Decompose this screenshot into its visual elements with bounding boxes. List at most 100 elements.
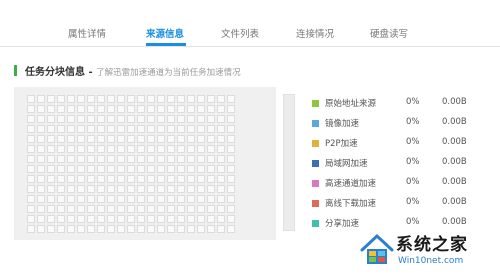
block-cell [97,135,105,143]
block-cell [127,215,135,223]
block-cell [177,215,185,223]
block-cell [157,145,165,153]
block-cell [37,175,45,183]
block-cell [97,225,105,233]
block-cell [47,195,55,203]
block-cell [227,135,235,143]
block-cell [167,165,175,173]
block-map-scroll-strip[interactable] [283,94,295,231]
legend-size: 0.00B [442,157,467,167]
block-cell [117,95,125,103]
block-cell [137,145,145,153]
block-cell [47,145,55,153]
tab-disk-io[interactable]: 硬盘读写 [370,26,408,40]
block-cell [197,185,205,193]
block-cell [197,135,205,143]
block-cell [97,205,105,213]
block-cell [57,225,65,233]
legend-label: 离线下载加速 [325,199,377,209]
block-cell [207,195,215,203]
block-cell [97,175,105,183]
block-cell [47,155,55,163]
block-cell [37,155,45,163]
block-cell [197,155,205,163]
block-cell [177,125,185,133]
block-cell [67,115,75,123]
block-cell [227,175,235,183]
block-cell [187,185,195,193]
block-cell [127,105,135,113]
block-cell [157,185,165,193]
block-cell [77,215,85,223]
block-cell [47,115,55,123]
block-cell [167,205,175,213]
block-cell [207,165,215,173]
block-cell [77,155,85,163]
block-cell [107,115,115,123]
block-cell [87,105,95,113]
block-cell [157,95,165,103]
block-cell [157,175,165,183]
block-cell [207,145,215,153]
legend-swatch [312,120,319,127]
block-grid [27,95,235,233]
block-cell [167,175,175,183]
block-cell [217,155,225,163]
block-cell [157,225,165,233]
block-cell [27,95,35,103]
block-cell [107,185,115,193]
legend-label: 镜像加速 [325,119,360,129]
block-cell [117,205,125,213]
block-cell [47,135,55,143]
block-cell [117,115,125,123]
block-cell [67,155,75,163]
block-cell [217,185,225,193]
block-cell [187,175,195,183]
block-cell [177,135,185,143]
active-tab-indicator [146,43,186,46]
block-cell [97,145,105,153]
block-cell [107,195,115,203]
block-cell [217,195,225,203]
block-cell [127,195,135,203]
block-cell [57,105,65,113]
legend-label: 分享加速 [325,219,360,229]
tab-file-list[interactable]: 文件列表 [221,26,259,40]
legend-row-origin: 原始地址来源 0% 0.00B [312,96,492,116]
block-cell [187,195,195,203]
tab-connections[interactable]: 连接情况 [296,26,334,40]
block-cell [137,105,145,113]
block-cell [117,125,125,133]
block-cell [67,185,75,193]
legend-row-p2p: P2P加速 0% 0.00B [312,136,492,156]
block-cell [107,105,115,113]
block-cell [147,115,155,123]
block-cell [87,125,95,133]
block-cell [47,215,55,223]
block-cell [67,135,75,143]
block-cell [187,225,195,233]
block-cell [217,165,225,173]
block-cell [227,165,235,173]
house-logo-icon [360,233,394,264]
block-cell [37,195,45,203]
block-cell [67,195,75,203]
legend-swatch [312,140,319,147]
block-cell [187,145,195,153]
block-cell [187,215,195,223]
block-cell [77,205,85,213]
block-cell [107,175,115,183]
block-cell [167,135,175,143]
block-cell [107,125,115,133]
block-cell [37,145,45,153]
tab-source-info[interactable]: 来源信息 [146,26,184,40]
legend-label: 高速通道加速 [325,179,377,189]
block-cell [217,225,225,233]
block-cell [27,135,35,143]
block-cell [217,145,225,153]
block-cell [107,205,115,213]
section-header: 任务分块信息 - 了解迅雷加速通道为当前任务加速情况 [14,63,241,78]
block-cell [217,105,225,113]
block-cell [137,135,145,143]
tab-properties[interactable]: 属性详情 [68,26,106,40]
